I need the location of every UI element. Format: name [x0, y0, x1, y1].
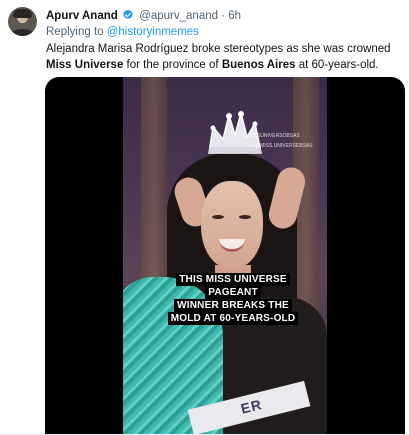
tweet-header: Apurv Anand @apurv_anand · 6h — [46, 9, 241, 23]
left-eye — [212, 215, 224, 219]
tweet-timestamp[interactable]: 6h — [228, 10, 241, 22]
tweet-text: Alejandra Marisa Rodríguez broke stereot… — [46, 41, 401, 73]
video-caption: THIS MISS UNIVERSE PAGEANT WINNER BREAKS… — [163, 273, 303, 325]
tweet-text-bold1: Miss Universe — [46, 59, 124, 71]
sash-text: ER — [239, 396, 264, 417]
avatar-hair — [13, 9, 32, 18]
video-frame: @MISSUNIVERSOBSAS @MISS.UNIVERSEBSAS ER … — [123, 77, 327, 435]
header-separator: · — [221, 10, 226, 22]
tweet-text-part3: at 60-years-old. — [295, 59, 379, 71]
caption-line-3: MOLD AT 60-YEARS-OLD — [167, 312, 299, 325]
author-name[interactable]: Apurv Anand — [46, 10, 118, 22]
watermark-2: @MISS.UNIVERSEBSAS — [255, 143, 313, 149]
right-eye — [239, 215, 251, 219]
caption-line-1: THIS MISS UNIVERSE PAGEANT — [176, 273, 290, 299]
watermark-1: @MISSUNIVERSOBSAS — [243, 133, 300, 139]
tweet-text-part1: Alejandra Marisa Rodríguez broke stereot… — [46, 43, 391, 55]
replying-to-line: Replying to @historyinmemes — [46, 25, 199, 39]
verified-badge-icon — [123, 9, 133, 20]
replying-prefix: Replying to — [46, 26, 107, 38]
author-handle[interactable]: @apurv_anand — [139, 10, 218, 22]
replying-to-mention[interactable]: @historyinmemes — [107, 26, 199, 38]
avatar-shoulders — [10, 29, 35, 36]
avatar[interactable] — [8, 7, 37, 36]
smile — [219, 239, 245, 252]
tweet-text-part2: for the province of — [123, 59, 222, 71]
face — [201, 181, 263, 269]
tweet[interactable]: Apurv Anand @apurv_anand · 6h Replying t… — [0, 0, 409, 435]
caption-line-2: WINNER BREAKS THE — [174, 299, 292, 312]
tweet-video[interactable]: @MISSUNIVERSOBSAS @MISS.UNIVERSEBSAS ER … — [45, 77, 405, 435]
tweet-text-bold2: Buenos Aires — [221, 59, 296, 71]
